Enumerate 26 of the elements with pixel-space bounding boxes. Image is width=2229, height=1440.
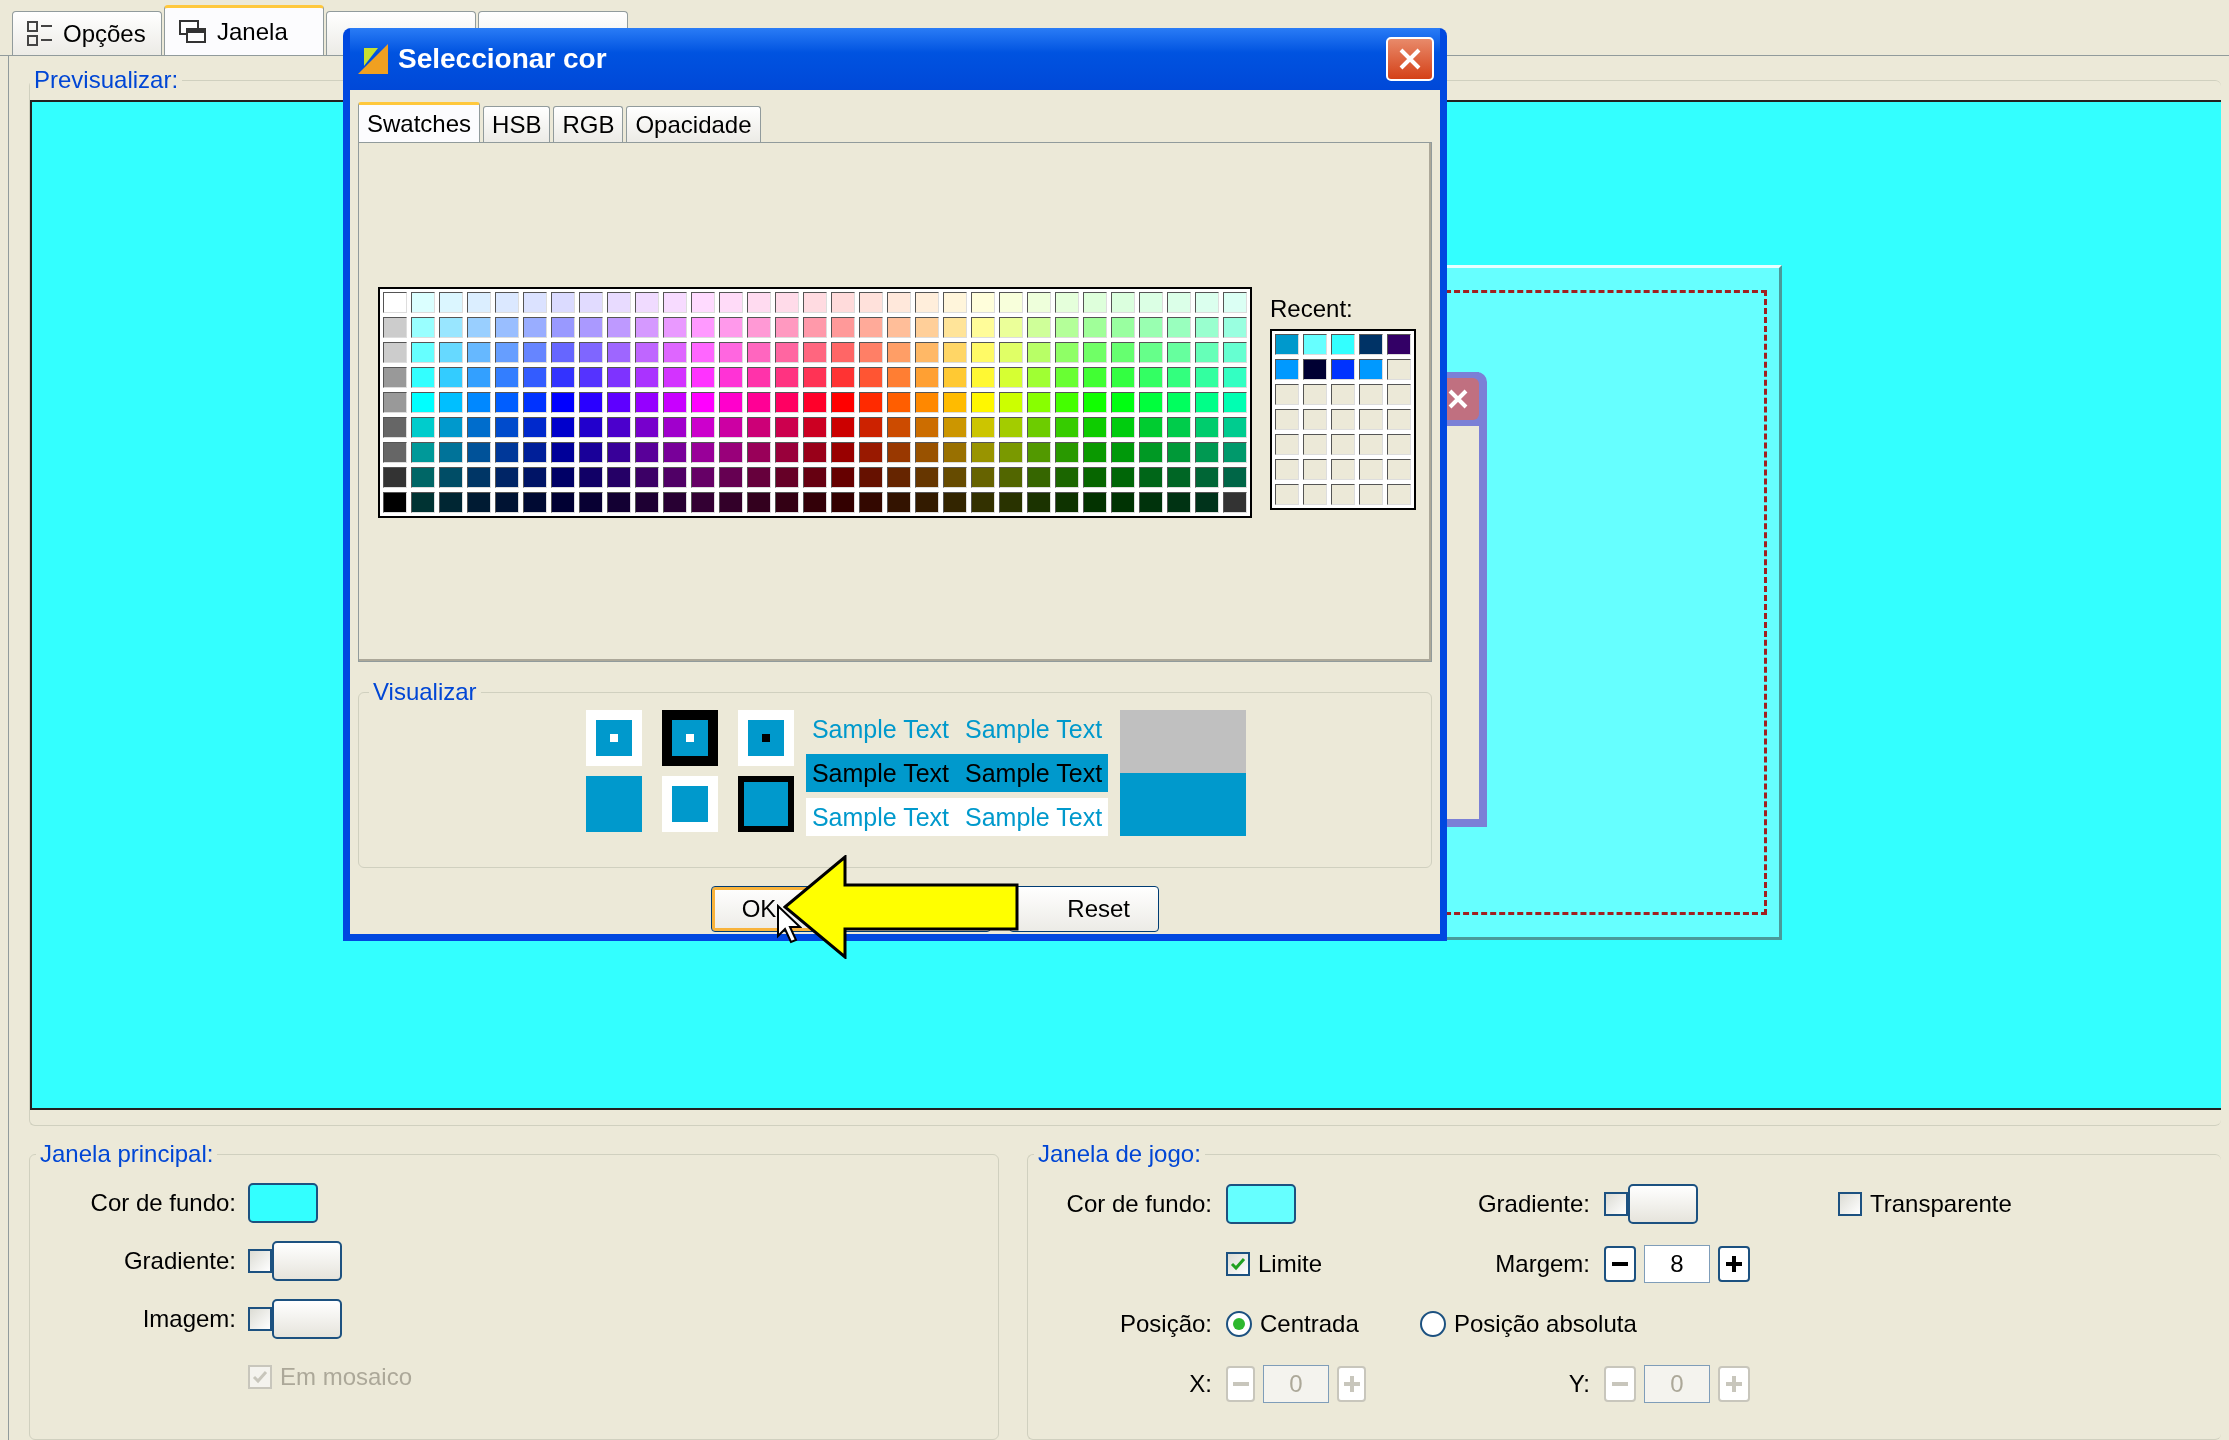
sample-text: Sample Text [965,758,1103,788]
sample-text: Sample Text [811,758,949,788]
section-label: Previsualizar: [33,66,180,94]
field-label: Y: [1567,1370,1590,1398]
checkbox-label: Limite [1258,1250,1323,1278]
field-label: Cor de fundo: [89,1189,236,1217]
radio-label: Posição absoluta [1454,1310,1637,1338]
dialog-title: Seleccionar cor [398,43,608,75]
field-label: Posição: [1118,1310,1212,1338]
field-label: Margem: [1494,1250,1590,1278]
section-label: Janela principal: [39,1140,215,1168]
field-label: Cor de fundo: [1065,1190,1212,1218]
field-label: Gradiente: [1476,1190,1590,1218]
checkbox-label: Em mosaico [280,1363,413,1391]
sample-text: Sample Text [965,714,1103,744]
sample-text: Sample Text [811,714,949,744]
radio-label: Centrada [1260,1310,1359,1338]
checkbox-label: Transparente [1870,1190,2012,1218]
field-label: X: [1188,1370,1212,1398]
field-label: Gradiente: [122,1247,236,1275]
section-label: Visualizar [372,678,478,706]
recent-label: Recent: [1270,294,1354,323]
section-label: Janela de jogo: [1037,1140,1202,1168]
sample-text: Sample Text [811,802,949,832]
field-label: Imagem: [141,1305,236,1333]
sample-text: Sample Text [965,802,1103,832]
